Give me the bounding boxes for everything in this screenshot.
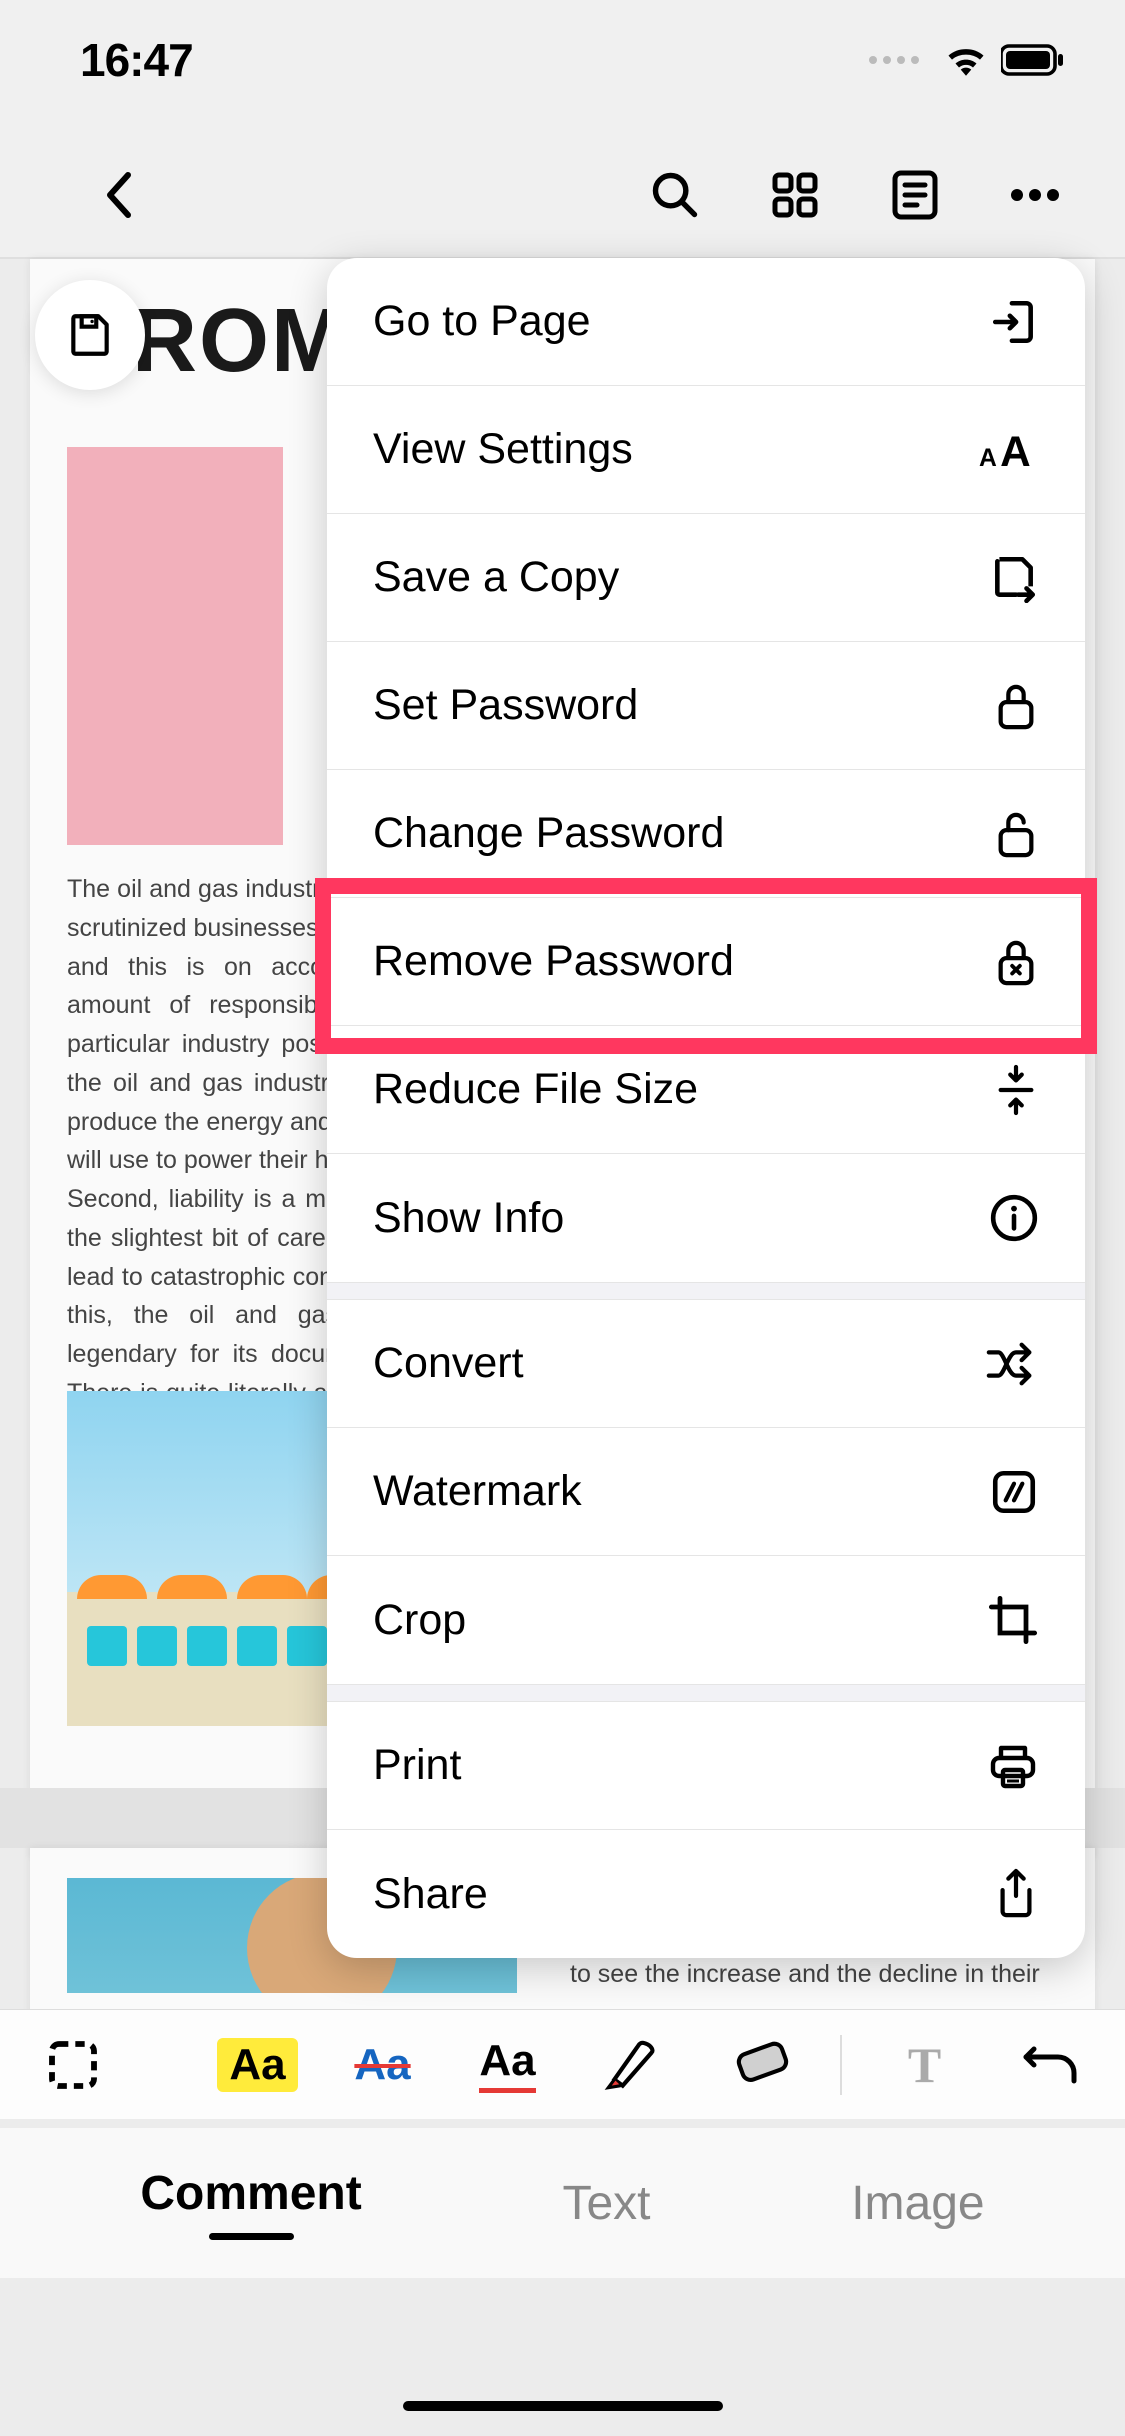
menu-label: Share [373, 1870, 488, 1919]
undo-button[interactable] [1007, 2027, 1092, 2102]
more-button[interactable] [1005, 165, 1065, 225]
eraser-tool-button[interactable] [715, 2027, 800, 2102]
marker-tool-button[interactable] [590, 2027, 675, 2102]
save-icon [65, 310, 115, 360]
menu-label: Show Info [373, 1194, 564, 1243]
tab-comment[interactable]: Comment [140, 2166, 361, 2240]
tab-text[interactable]: Text [562, 2176, 650, 2231]
document-caption: to see the increase and the decline in t… [570, 1960, 1065, 1989]
marker-icon [602, 2037, 664, 2093]
menu-print[interactable]: Print [327, 1702, 1085, 1830]
format-toolbar: Aa Aa Aa T [0, 2009, 1125, 2119]
search-button[interactable] [645, 165, 705, 225]
wifi-icon [945, 44, 987, 76]
menu-set-password[interactable]: Set Password [327, 642, 1085, 770]
menu-label: Change Password [373, 809, 724, 858]
print-icon [987, 1741, 1039, 1791]
menu-label: Save a Copy [373, 553, 619, 602]
tab-label: Comment [140, 2166, 361, 2221]
menu-label: Go to Page [373, 297, 591, 346]
outline-button[interactable] [885, 165, 945, 225]
lock-open-icon [993, 807, 1039, 861]
menu-convert[interactable]: Convert [327, 1300, 1085, 1428]
menu-view-settings[interactable]: View Settings AA [327, 386, 1085, 514]
status-bar: 16:47 [0, 0, 1125, 120]
grid-icon [771, 171, 819, 219]
tab-label: Text [562, 2176, 650, 2231]
menu-crop[interactable]: Crop [327, 1556, 1085, 1684]
undo-icon [1022, 2043, 1078, 2087]
menu-show-info[interactable]: Show Info [327, 1154, 1085, 1282]
highlight-aa-icon: Aa [217, 2038, 297, 2092]
toolbar-divider [840, 2035, 842, 2095]
menu-divider [327, 1684, 1085, 1702]
home-indicator [403, 2401, 723, 2411]
back-button[interactable] [80, 165, 160, 225]
menu-label: Remove Password [373, 937, 734, 986]
overflow-menu: Go to Page View Settings AA Save a Copy … [327, 258, 1085, 1958]
watermark-icon [989, 1467, 1039, 1517]
menu-watermark[interactable]: Watermark [327, 1428, 1085, 1556]
save-button[interactable] [35, 280, 145, 390]
strikethrough-aa-icon: Aa [354, 2040, 410, 2090]
menu-share[interactable]: Share [327, 1830, 1085, 1958]
lock-x-icon [993, 935, 1039, 989]
menu-label: Print [373, 1741, 461, 1790]
status-icons [869, 44, 1065, 76]
text-tool-button[interactable]: T [882, 2027, 967, 2102]
underline-tool-button[interactable]: Aa [465, 2027, 550, 2102]
menu-label: Reduce File Size [373, 1065, 698, 1114]
highlight-tool-button[interactable]: Aa [215, 2027, 300, 2102]
eraser-icon [727, 2040, 789, 2090]
outline-icon [891, 169, 939, 221]
status-time: 16:47 [80, 33, 193, 87]
menu-go-to-page[interactable]: Go to Page [327, 258, 1085, 386]
grid-view-button[interactable] [765, 165, 825, 225]
battery-icon [1001, 44, 1065, 76]
selection-tool-button[interactable] [30, 2027, 115, 2102]
document-image-beach [67, 1391, 344, 1726]
goto-icon [989, 297, 1039, 347]
shuffle-icon [985, 1342, 1039, 1386]
menu-label: Convert [373, 1339, 524, 1388]
menu-divider [327, 1282, 1085, 1300]
menu-remove-password[interactable]: Remove Password [327, 898, 1085, 1026]
menu-label: Crop [373, 1596, 466, 1645]
menu-save-a-copy[interactable]: Save a Copy [327, 514, 1085, 642]
bottom-tabs: Comment Text Image [0, 2128, 1125, 2278]
lock-icon [993, 679, 1039, 733]
underline-aa-icon: Aa [479, 2036, 535, 2093]
svg-text:A: A [979, 444, 997, 471]
menu-change-password[interactable]: Change Password [327, 770, 1085, 898]
export-doc-icon [989, 553, 1039, 603]
tab-image[interactable]: Image [851, 2176, 984, 2231]
menu-label: Watermark [373, 1467, 582, 1516]
menu-label: View Settings [373, 425, 633, 474]
menu-label: Set Password [373, 681, 638, 730]
more-icon [1011, 189, 1059, 201]
signal-dots [869, 56, 919, 64]
nav-bar [0, 140, 1125, 250]
share-icon [993, 1866, 1039, 1922]
compress-icon [993, 1063, 1039, 1117]
chevron-left-icon [104, 171, 136, 219]
menu-reduce-file-size[interactable]: Reduce File Size [327, 1026, 1085, 1154]
tab-indicator [209, 2233, 294, 2240]
info-icon [989, 1193, 1039, 1243]
crop-icon [987, 1594, 1039, 1646]
strikethrough-tool-button[interactable]: Aa [340, 2027, 425, 2102]
text-t-icon: T [908, 2036, 941, 2094]
search-icon [649, 169, 701, 221]
document-image-pink [67, 447, 283, 845]
selection-icon [45, 2037, 101, 2093]
tab-label: Image [851, 2176, 984, 2231]
textsize-icon: AA [979, 428, 1039, 472]
svg-text:A: A [1000, 428, 1031, 472]
